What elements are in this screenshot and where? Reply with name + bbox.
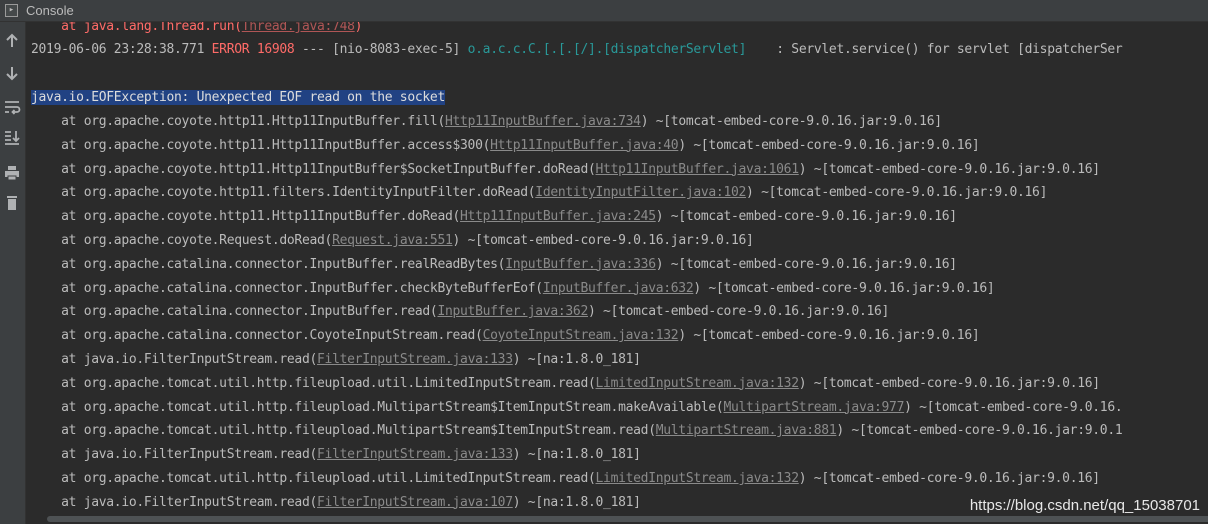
frame-method: at org.apache.catalina.connector.InputBu… bbox=[61, 280, 543, 296]
source-link[interactable]: MultipartStream.java:977 bbox=[723, 400, 904, 415]
source-link[interactable]: FilterInputStream.java:107 bbox=[317, 495, 513, 510]
source-link[interactable]: InputBuffer.java:336 bbox=[505, 257, 656, 272]
stack-frame-line: at org.apache.coyote.http11.filters.Iden… bbox=[31, 184, 1047, 202]
console-title-bar: ▸ Console bbox=[0, 0, 1208, 22]
stack-frame-line: at org.apache.catalina.connector.InputBu… bbox=[31, 280, 995, 298]
console-output[interactable]: at java.lang.Thread.run(Thread.java:748)… bbox=[31, 22, 1208, 514]
frame-method: at org.apache.catalina.connector.InputBu… bbox=[61, 256, 506, 272]
frame-jar: ) ~[tomcat-embed-core-9.0.16.jar:9.0.16] bbox=[678, 137, 980, 153]
stack-frame-line: at org.apache.catalina.connector.InputBu… bbox=[31, 303, 889, 321]
exception-selected-text[interactable]: java.io.EOFException: Unexpected EOF rea… bbox=[31, 90, 445, 105]
frame-method: at java.io.FilterInputStream.read( bbox=[61, 447, 318, 463]
log-timestamp: 2019-06-06 23:28:38.771 bbox=[31, 42, 205, 57]
stack-frame-line: at java.io.FilterInputStream.read(Filter… bbox=[31, 494, 641, 512]
console-icon[interactable]: ▸ bbox=[5, 4, 18, 17]
watermark: https://blog.csdn.net/qq_15038701 bbox=[969, 497, 1200, 514]
stack-frame-line: at java.io.FilterInputStream.read(Filter… bbox=[31, 351, 641, 369]
scroll-to-end-icon[interactable] bbox=[2, 126, 22, 148]
frame-method: at org.apache.tomcat.util.http.fileuploa… bbox=[61, 423, 656, 439]
log-pid: 16908 bbox=[256, 42, 295, 57]
source-link[interactable]: Http11InputBuffer.java:734 bbox=[445, 114, 641, 129]
source-link[interactable]: Http11InputBuffer.java:1061 bbox=[596, 162, 800, 177]
scrollbar-thumb[interactable] bbox=[47, 516, 1208, 522]
frame-jar: ) ~[tomcat-embed-core-9.0.16.jar:9.0.1 bbox=[836, 423, 1123, 439]
source-link[interactable]: LimitedInputStream.java:132 bbox=[596, 471, 800, 486]
soft-wrap-icon[interactable] bbox=[2, 96, 22, 118]
frame-method: at org.apache.tomcat.util.http.fileuploa… bbox=[61, 471, 596, 486]
source-link[interactable]: MultipartStream.java:881 bbox=[656, 423, 837, 438]
frame-method: at org.apache.catalina.connector.CoyoteI… bbox=[61, 328, 483, 344]
frame-method: at org.apache.coyote.http11.Http11InputB… bbox=[61, 114, 445, 129]
horizontal-scrollbar[interactable] bbox=[31, 514, 1208, 524]
source-link[interactable]: Request.java:551 bbox=[332, 233, 453, 248]
source-link[interactable]: InputBuffer.java:632 bbox=[543, 281, 694, 296]
frame-jar: ) ~[tomcat-embed-core-9.0.16.jar:9.0.16] bbox=[798, 471, 1100, 486]
frame-method: at org.apache.coyote.http11.Http11InputB… bbox=[61, 161, 596, 177]
source-link[interactable]: FilterInputStream.java:133 bbox=[317, 447, 513, 462]
stack-frame-line: at org.apache.catalina.connector.CoyoteI… bbox=[31, 327, 980, 345]
source-link[interactable]: LimitedInputStream.java:132 bbox=[596, 376, 800, 391]
stack-frame-line: at org.apache.coyote.Request.doRead(Requ… bbox=[31, 232, 754, 250]
frame-jar: ) ~[tomcat-embed-core-9.0.16.jar:9.0.16] bbox=[678, 328, 980, 344]
stack-frame-line: at org.apache.tomcat.util.http.fileuploa… bbox=[31, 375, 1100, 393]
source-link[interactable]: IdentityInputFilter.java:102 bbox=[535, 185, 746, 200]
frame-jar: ) ~[tomcat-embed-core-9.0.16.jar:9.0.16] bbox=[798, 375, 1100, 391]
frame-jar: ) ~[tomcat-embed-core-9.0.16.jar:9.0.16] bbox=[746, 185, 1048, 201]
frame-method: at org.apache.tomcat.util.http.fileuploa… bbox=[61, 399, 724, 415]
frame-jar: ) ~[na:1.8.0_181] bbox=[512, 447, 641, 463]
source-link[interactable]: FilterInputStream.java:133 bbox=[317, 352, 513, 367]
frame-jar: ) ~[tomcat-embed-core-9.0.16.jar:9.0.16] bbox=[798, 161, 1100, 177]
frame-jar: ) ~[tomcat-embed-core-9.0.16.jar:9.0.16] bbox=[693, 280, 995, 296]
console-title: Console bbox=[26, 3, 74, 18]
stack-frame-line: at java.io.FilterInputStream.read(Filter… bbox=[31, 446, 641, 464]
down-arrow-icon[interactable] bbox=[2, 62, 22, 84]
stack-frame-line: at org.apache.tomcat.util.http.fileuploa… bbox=[31, 470, 1100, 488]
source-link[interactable]: Thread.java:748 bbox=[242, 22, 355, 34]
stack-frame-line: at org.apache.catalina.connector.InputBu… bbox=[31, 256, 957, 274]
log-logger: o.a.c.c.C.[.[.[/].[dispatcherServlet] bbox=[467, 42, 747, 57]
frame-jar: ) ~[tomcat-embed-core-9.0.16.jar:9.0.16] bbox=[588, 304, 890, 320]
log-level: ERROR bbox=[211, 42, 250, 57]
frame-jar: ) ~[tomcat-embed-core-9.0.16.jar:9.0.16] bbox=[655, 256, 957, 272]
frame-method: at org.apache.catalina.connector.InputBu… bbox=[61, 304, 438, 320]
source-link[interactable]: Http11InputBuffer.java:245 bbox=[460, 209, 656, 224]
log-thread: [nio-8083-exec-5] bbox=[332, 42, 461, 57]
console-toolbar bbox=[0, 22, 26, 524]
frame-method: at java.io.FilterInputStream.read( bbox=[61, 494, 318, 510]
stack-frame-line: at org.apache.coyote.http11.Http11InputB… bbox=[31, 161, 1100, 179]
stack-frame-line: at java.lang.Thread.run(Thread.java:748) bbox=[31, 22, 362, 36]
exception-line: java.io.EOFException: Unexpected EOF rea… bbox=[31, 89, 445, 107]
frame-jar: ) ~[na:1.8.0_181] bbox=[512, 352, 641, 367]
stack-frame-line: at org.apache.coyote.http11.Http11InputB… bbox=[31, 137, 980, 155]
frame-jar: ) ~[tomcat-embed-core-9.0.16.jar:9.0.16] bbox=[640, 114, 942, 129]
frame-jar: ) ~[tomcat-embed-core-9.0.16. bbox=[904, 399, 1123, 415]
source-link[interactable]: CoyoteInputStream.java:132 bbox=[483, 328, 679, 343]
frame-method: at org.apache.coyote.http11.Http11InputB… bbox=[61, 137, 491, 153]
log-message: : Servlet.service() for servlet [dispatc… bbox=[776, 42, 1123, 57]
print-icon[interactable] bbox=[2, 162, 22, 184]
frame-method: at org.apache.tomcat.util.http.fileuploa… bbox=[61, 375, 596, 391]
up-arrow-icon[interactable] bbox=[2, 30, 22, 52]
stack-frame-line: at org.apache.coyote.http11.Http11InputB… bbox=[31, 113, 942, 131]
stack-frame-line: at org.apache.coyote.http11.Http11InputB… bbox=[31, 208, 957, 226]
trash-icon[interactable] bbox=[2, 192, 22, 214]
frame-jar: ) ~[tomcat-embed-core-9.0.16.jar:9.0.16] bbox=[655, 209, 957, 225]
frame-method: at java.io.FilterInputStream.read( bbox=[61, 352, 318, 367]
stack-frame-line: at org.apache.tomcat.util.http.fileuploa… bbox=[31, 399, 1123, 417]
source-link[interactable]: InputBuffer.java:362 bbox=[437, 304, 588, 319]
log-entry-line: 2019-06-06 23:28:38.771 ERROR 16908 --- … bbox=[31, 42, 1123, 57]
source-link[interactable]: Http11InputBuffer.java:40 bbox=[490, 138, 678, 153]
frame-method: at org.apache.coyote.http11.filters.Iden… bbox=[61, 185, 536, 201]
frame-jar: ) ~[na:1.8.0_181] bbox=[512, 494, 641, 510]
frame-method: at org.apache.coyote.Request.doRead( bbox=[61, 233, 333, 248]
stack-frame-line: at org.apache.tomcat.util.http.fileuploa… bbox=[31, 422, 1123, 440]
frame-jar: ) ~[tomcat-embed-core-9.0.16.jar:9.0.16] bbox=[452, 233, 754, 248]
frame-method: at org.apache.coyote.http11.Http11InputB… bbox=[61, 209, 461, 225]
